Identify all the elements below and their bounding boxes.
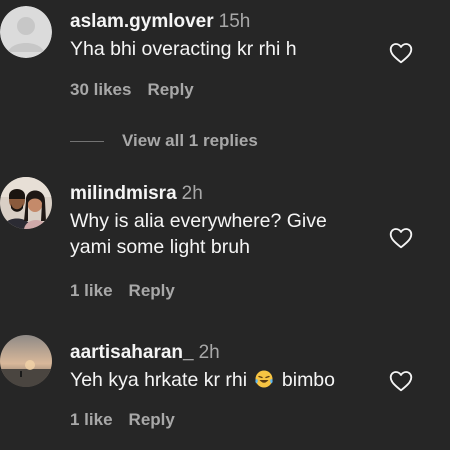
- view-replies-label: View all 1 replies: [122, 131, 258, 150]
- username[interactable]: aartisaharan_: [70, 342, 194, 363]
- like-heart-icon[interactable]: [388, 40, 414, 66]
- sunset-photo-avatar: [0, 335, 52, 387]
- comment-text: Why is alia everywhere? Give yami some l…: [70, 210, 327, 258]
- comment-header: aartisaharan_ 2h: [70, 341, 380, 365]
- reply-button[interactable]: Reply: [129, 410, 175, 429]
- comment-actions: 1 like Reply: [70, 281, 175, 301]
- likes-count[interactable]: 1 like: [70, 410, 113, 429]
- like-heart-icon[interactable]: [388, 225, 414, 251]
- timestamp: 15h: [218, 11, 251, 32]
- like-heart-icon[interactable]: [388, 368, 414, 394]
- default-avatar-icon: [0, 6, 52, 58]
- username[interactable]: aslam.gymlover: [70, 11, 214, 32]
- comment-text: Yeh kya hrkate kr rhi bimbo: [70, 367, 380, 393]
- laughing-crying-face-icon: [254, 369, 274, 389]
- likes-count[interactable]: 30 likes: [70, 80, 131, 99]
- replies-divider-line: [70, 140, 104, 142]
- comment-text-part: bimbo: [281, 369, 336, 391]
- comment-text: Yha bhi overacting kr rhi h: [70, 38, 297, 60]
- view-replies-button[interactable]: View all 1 replies: [70, 130, 258, 152]
- comment-actions: 1 like Reply: [70, 410, 175, 430]
- reply-button[interactable]: Reply: [147, 80, 193, 99]
- timestamp: 2h: [181, 183, 203, 204]
- comment-header: aslam.gymlover 15h: [70, 10, 380, 34]
- timestamp: 2h: [198, 342, 220, 363]
- reply-button[interactable]: Reply: [129, 281, 175, 300]
- avatar[interactable]: [0, 335, 52, 387]
- couple-photo-avatar: [0, 177, 52, 229]
- comment-header: milindmisra 2h: [70, 182, 380, 206]
- avatar[interactable]: [0, 177, 52, 229]
- username[interactable]: milindmisra: [70, 183, 177, 204]
- comment-text-part: Yeh kya hrkate kr rhi: [70, 369, 248, 391]
- comment-actions: 30 likes Reply: [70, 80, 194, 100]
- avatar[interactable]: [0, 6, 52, 58]
- likes-count[interactable]: 1 like: [70, 281, 113, 300]
